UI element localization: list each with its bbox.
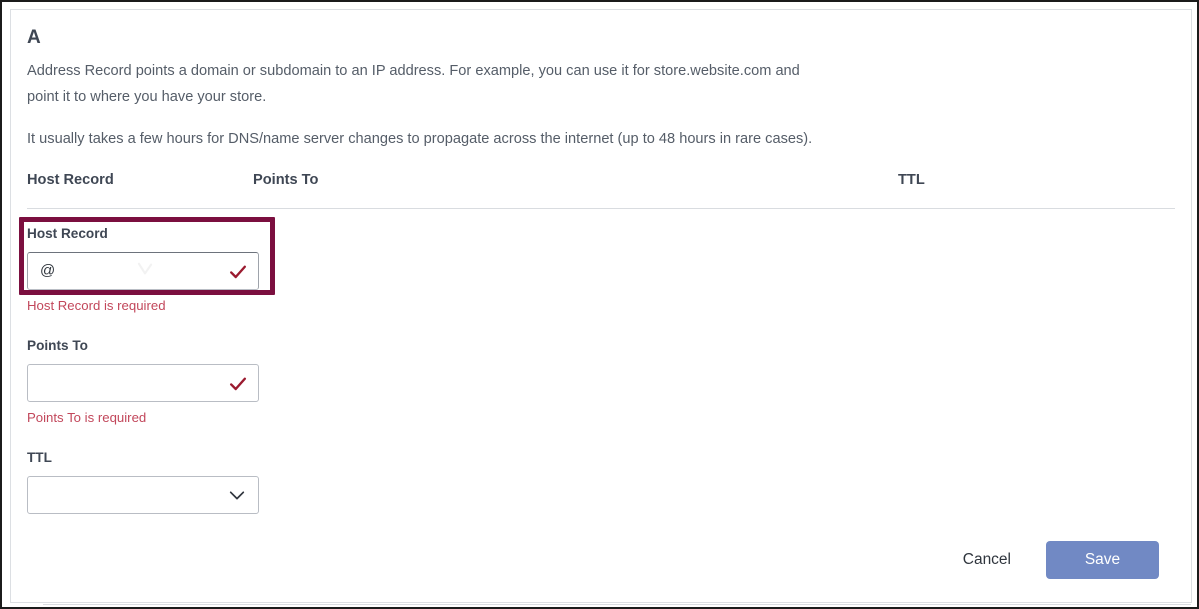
field-group-ttl: TTL bbox=[27, 449, 283, 514]
field-group-points-to: Points To Points To is required bbox=[27, 337, 283, 427]
column-header-ttl: TTL bbox=[898, 172, 925, 188]
header-divider bbox=[27, 208, 1175, 209]
column-header-host-record: Host Record bbox=[27, 172, 114, 188]
points-to-error-message: Points To is required bbox=[27, 410, 147, 425]
host-record-label: Host Record bbox=[27, 226, 108, 241]
dns-record-form: Host Record @ Host Record is required Po… bbox=[19, 217, 1175, 514]
card-content: A Address Record points a domain or subd… bbox=[19, 26, 1191, 605]
host-record-input[interactable]: @ bbox=[27, 252, 259, 290]
record-type-title: A bbox=[27, 27, 41, 48]
dns-record-card: A Address Record points a domain or subd… bbox=[10, 9, 1192, 605]
footer-divider bbox=[43, 604, 1191, 605]
cursor-artifact-icon bbox=[137, 262, 153, 275]
record-description: Address Record points a domain or subdom… bbox=[27, 58, 887, 110]
form-footer: Cancel Save bbox=[43, 541, 1191, 607]
chevron-down-icon[interactable] bbox=[228, 488, 246, 502]
host-record-input-value: @ bbox=[40, 262, 56, 279]
form-action-buttons: Cancel Save bbox=[945, 541, 1159, 579]
host-record-error-message: Host Record is required bbox=[27, 298, 166, 313]
table-column-headers: Host Record Points To TTL bbox=[27, 172, 1175, 208]
cancel-button[interactable]: Cancel bbox=[945, 541, 1029, 579]
screenshot-frame: A Address Record points a domain or subd… bbox=[0, 0, 1199, 609]
ttl-label: TTL bbox=[27, 450, 52, 465]
points-to-label: Points To bbox=[27, 338, 88, 353]
record-description-line-2: point it to where you have your store. bbox=[27, 89, 267, 105]
field-group-host-record: Host Record @ Host Record is required bbox=[19, 217, 283, 315]
check-icon bbox=[230, 265, 246, 279]
record-description-line-1: Address Record points a domain or subdom… bbox=[27, 63, 800, 79]
save-button[interactable]: Save bbox=[1046, 541, 1159, 579]
points-to-input[interactable] bbox=[27, 364, 259, 402]
ttl-select[interactable] bbox=[27, 476, 259, 514]
column-header-points-to: Points To bbox=[253, 172, 319, 188]
propagation-note: It usually takes a few hours for DNS/nam… bbox=[27, 131, 813, 147]
check-icon bbox=[230, 377, 246, 391]
